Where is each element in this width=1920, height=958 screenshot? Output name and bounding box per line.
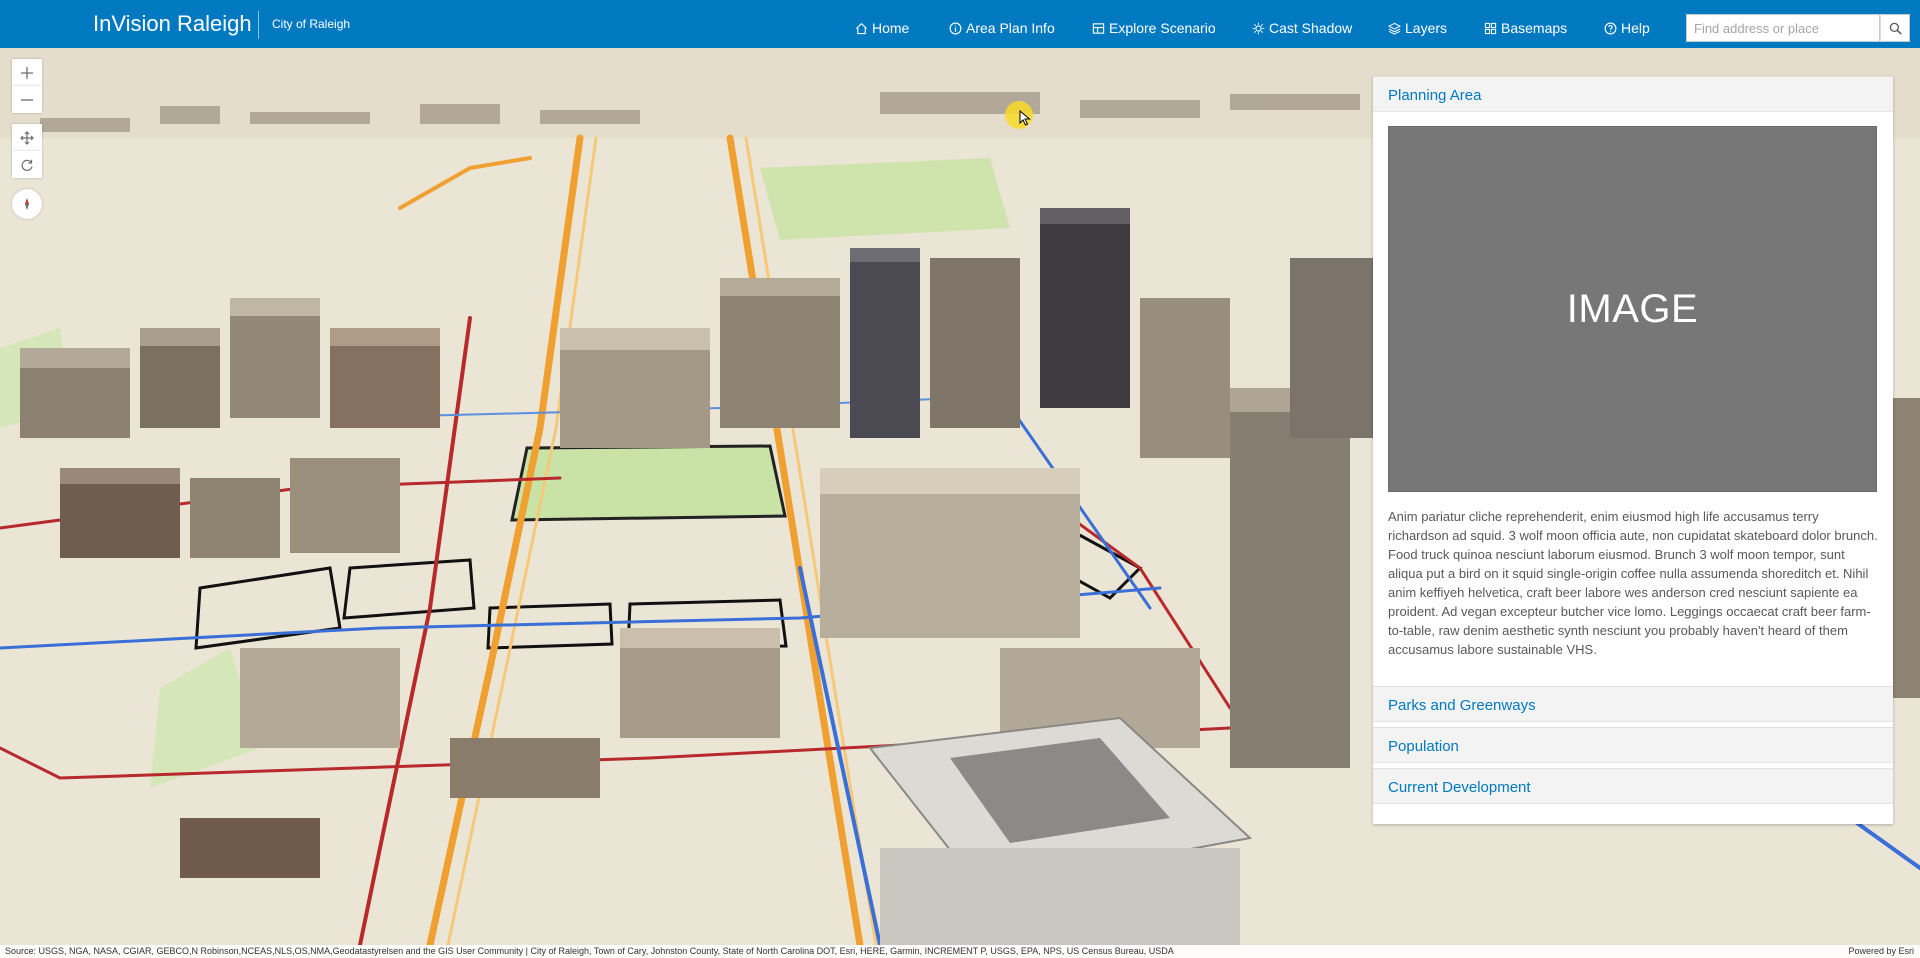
search-input[interactable] (1687, 15, 1881, 41)
help-icon (1604, 22, 1617, 34)
nav-explore-scenario-label: Explore Scenario (1109, 20, 1216, 36)
section-title: Parks and Greenways (1388, 697, 1536, 714)
attribution-source[interactable]: Source: USGS, NGA, NASA, CGIAR, GEBCO,N … (5, 945, 1174, 958)
sun-icon (1252, 22, 1265, 34)
zoom-in-icon (21, 66, 33, 79)
pan-mode-button[interactable] (12, 124, 42, 151)
nav-basemaps-label: Basemaps (1501, 20, 1568, 36)
zoom-in-button[interactable] (12, 59, 42, 86)
pan-icon (20, 130, 34, 145)
rotate-mode-button[interactable] (12, 151, 42, 178)
section-title: Current Development (1388, 779, 1531, 796)
map-attribution: Source: USGS, NGA, NASA, CGIAR, GEBCO,N … (0, 945, 1920, 958)
nav-home[interactable]: Home (855, 19, 909, 37)
section-title: Population (1388, 738, 1459, 755)
nav-help-label: Help (1621, 20, 1650, 36)
basemap-icon (1484, 22, 1497, 34)
nav-cast-shadow-label: Cast Shadow (1269, 20, 1353, 36)
zoom-out-icon (21, 98, 33, 101)
nav-cast-shadow[interactable]: Cast Shadow (1252, 19, 1352, 37)
rotate-icon (21, 159, 33, 171)
planning-area-image: IMAGE (1388, 126, 1877, 492)
nav-help[interactable]: Help (1604, 19, 1650, 37)
org-name: City of Raleigh (272, 17, 351, 31)
title-divider (258, 11, 259, 39)
section-planning-area[interactable]: Planning Area (1373, 76, 1893, 112)
section-population[interactable]: Population (1373, 727, 1893, 763)
info-panel: Planning Area IMAGE Anim pariatur cliche… (1373, 76, 1893, 824)
search-button[interactable] (1880, 14, 1910, 42)
home-icon (856, 22, 867, 34)
nav-explore-scenario[interactable]: Explore Scenario (1092, 19, 1216, 37)
compass-button[interactable] (12, 189, 42, 219)
top-navigation-bar: InVision Raleigh City of Raleigh Home Ar… (0, 0, 1920, 48)
compass-icon (25, 198, 29, 210)
nav-layers[interactable]: Layers (1388, 19, 1447, 37)
powered-by-esri[interactable]: Powered by Esri (1848, 945, 1914, 958)
search-icon (1889, 22, 1902, 35)
nav-basemaps[interactable]: Basemaps (1484, 19, 1567, 37)
nav-layers-label: Layers (1405, 20, 1448, 36)
cursor-icon (1019, 110, 1031, 126)
nav-home-label: Home (872, 20, 910, 36)
scenario-icon (1092, 22, 1105, 34)
nav-area-plan-info[interactable]: Area Plan Info (949, 19, 1055, 37)
zoom-out-button[interactable] (12, 86, 42, 113)
info-icon (949, 22, 962, 34)
app-title[interactable]: InVision Raleigh (93, 11, 252, 37)
layers-icon (1388, 22, 1401, 35)
section-parks-and-greenways[interactable]: Parks and Greenways (1373, 686, 1893, 722)
section-current-development[interactable]: Current Development (1373, 768, 1893, 804)
search-box (1686, 14, 1881, 42)
nav-area-plan-info-label: Area Plan Info (966, 20, 1055, 36)
section-title: Planning Area (1388, 87, 1482, 104)
image-placeholder-label: IMAGE (1566, 286, 1699, 331)
planning-area-description: Anim pariatur cliche reprehenderit, enim… (1388, 509, 1878, 657)
